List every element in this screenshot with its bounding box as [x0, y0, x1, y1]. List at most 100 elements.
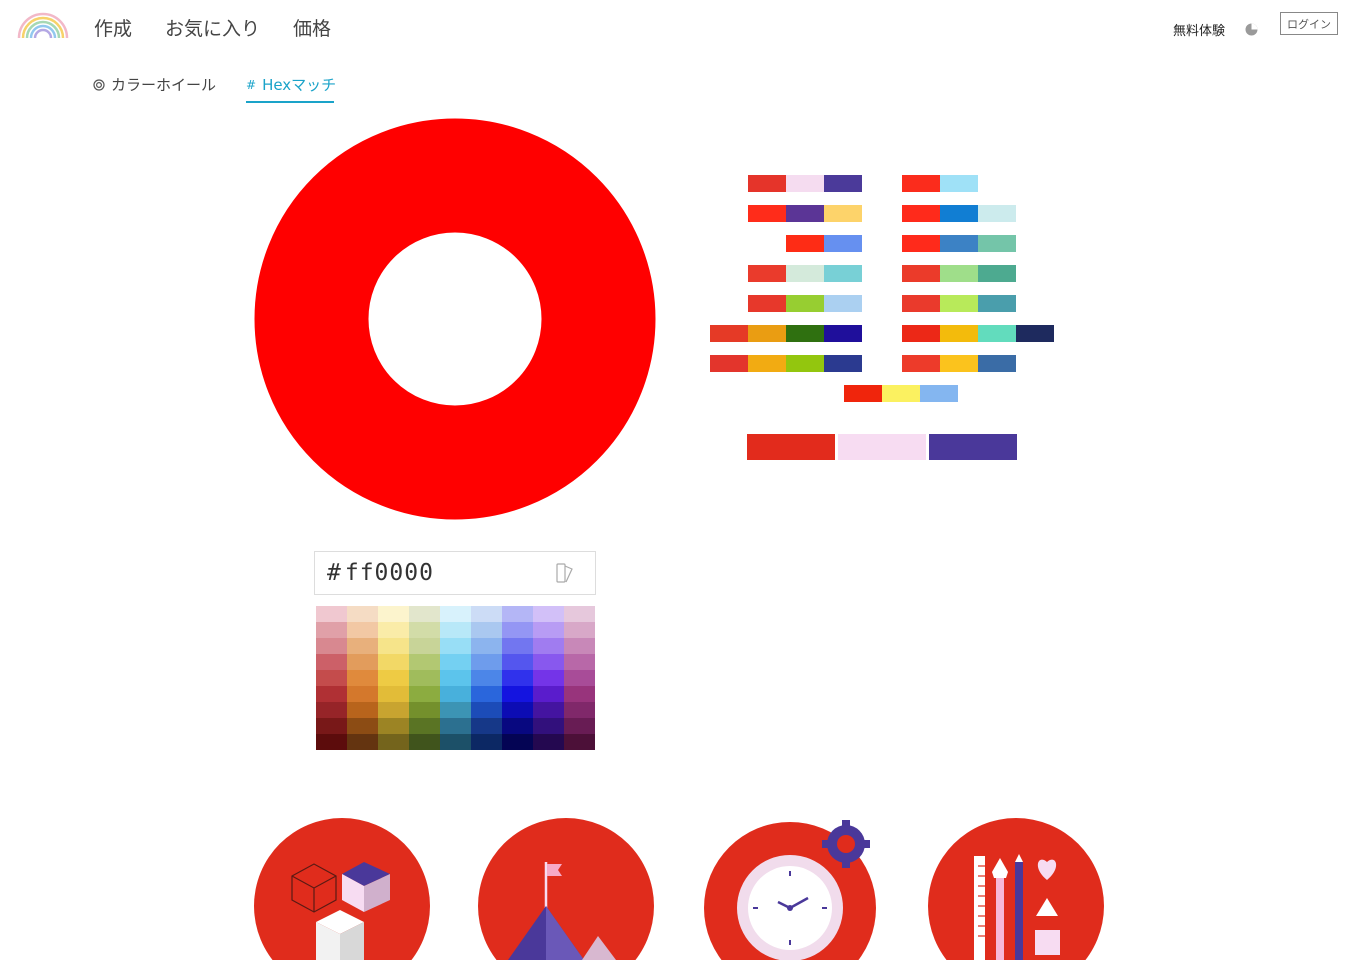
- palette-swatch[interactable]: [978, 355, 1016, 372]
- selected-palette-swatch[interactable]: [929, 434, 1017, 460]
- login-button[interactable]: ログイン: [1280, 12, 1338, 35]
- shade-cell[interactable]: [347, 622, 378, 638]
- shade-cell[interactable]: [316, 702, 347, 718]
- shade-cell[interactable]: [564, 654, 595, 670]
- palette-swatch[interactable]: [786, 205, 824, 222]
- shade-cell[interactable]: [347, 702, 378, 718]
- palette-swatch[interactable]: [940, 295, 978, 312]
- shade-cell[interactable]: [502, 718, 533, 734]
- palette-swatch[interactable]: [786, 355, 824, 372]
- shade-cell[interactable]: [440, 686, 471, 702]
- shade-cell[interactable]: [533, 638, 564, 654]
- palette-swatch[interactable]: [978, 235, 1016, 252]
- shade-cell[interactable]: [347, 606, 378, 622]
- shade-cell[interactable]: [471, 622, 502, 638]
- shade-cell[interactable]: [316, 670, 347, 686]
- shade-cell[interactable]: [564, 734, 595, 750]
- shade-cell[interactable]: [440, 734, 471, 750]
- shade-cell[interactable]: [409, 670, 440, 686]
- shade-cell[interactable]: [533, 734, 564, 750]
- shade-cell[interactable]: [378, 718, 409, 734]
- palette-swatch[interactable]: [824, 205, 862, 222]
- theme-toggle[interactable]: [1245, 21, 1258, 36]
- shade-cell[interactable]: [347, 638, 378, 654]
- shade-cell[interactable]: [316, 686, 347, 702]
- palette-swatch[interactable]: [824, 325, 862, 342]
- tab-hex-match[interactable]: # Hexマッチ: [246, 74, 336, 95]
- palette-swatch[interactable]: [748, 325, 786, 342]
- palette-swatch[interactable]: [786, 265, 824, 282]
- shade-cell[interactable]: [502, 734, 533, 750]
- palette-swatch[interactable]: [824, 235, 862, 252]
- shade-cell[interactable]: [533, 718, 564, 734]
- shade-cell[interactable]: [471, 702, 502, 718]
- nav-favorites[interactable]: お気に入り: [165, 14, 260, 41]
- shade-cell[interactable]: [440, 670, 471, 686]
- shade-cell[interactable]: [533, 670, 564, 686]
- shade-cell[interactable]: [409, 622, 440, 638]
- palette-swatch[interactable]: [748, 205, 786, 222]
- shade-cell[interactable]: [347, 686, 378, 702]
- palette-swatch[interactable]: [940, 175, 978, 192]
- color-wheel-ring[interactable]: [254, 118, 656, 520]
- shade-cell[interactable]: [533, 686, 564, 702]
- shade-cell[interactable]: [533, 622, 564, 638]
- shade-cell[interactable]: [564, 606, 595, 622]
- clock-gear-illustration[interactable]: [704, 816, 876, 960]
- palette-swatch[interactable]: [940, 325, 978, 342]
- color-wheel[interactable]: [254, 118, 656, 520]
- shade-cell[interactable]: [316, 734, 347, 750]
- shade-cell[interactable]: [378, 702, 409, 718]
- palette-swatch[interactable]: [940, 235, 978, 252]
- palette-swatch[interactable]: [786, 325, 824, 342]
- shade-cell[interactable]: [502, 702, 533, 718]
- shade-cell[interactable]: [347, 734, 378, 750]
- shade-cell[interactable]: [471, 606, 502, 622]
- logo[interactable]: [16, 8, 70, 40]
- palette-swatch[interactable]: [710, 325, 748, 342]
- shade-cell[interactable]: [564, 622, 595, 638]
- shade-cell[interactable]: [347, 654, 378, 670]
- shade-cell[interactable]: [409, 718, 440, 734]
- shade-cell[interactable]: [316, 622, 347, 638]
- shade-cell[interactable]: [564, 686, 595, 702]
- shade-cell[interactable]: [378, 686, 409, 702]
- shade-cell[interactable]: [378, 670, 409, 686]
- shade-cell[interactable]: [378, 734, 409, 750]
- palette-swatch[interactable]: [902, 265, 940, 282]
- shade-cell[interactable]: [502, 686, 533, 702]
- shade-cell[interactable]: [409, 734, 440, 750]
- shade-cell[interactable]: [316, 638, 347, 654]
- palette-swatch[interactable]: [940, 265, 978, 282]
- shade-cell[interactable]: [316, 718, 347, 734]
- palette-swatch[interactable]: [786, 175, 824, 192]
- shade-cell[interactable]: [502, 654, 533, 670]
- shade-cell[interactable]: [471, 654, 502, 670]
- shade-cell[interactable]: [409, 606, 440, 622]
- shade-cell[interactable]: [471, 670, 502, 686]
- palette-swatch[interactable]: [940, 205, 978, 222]
- palette-swatch[interactable]: [920, 385, 958, 402]
- hex-input[interactable]: [340, 560, 545, 586]
- nav-create[interactable]: 作成: [94, 14, 132, 41]
- shade-cell[interactable]: [502, 622, 533, 638]
- shade-cell[interactable]: [533, 702, 564, 718]
- palette-swatch[interactable]: [902, 175, 940, 192]
- cubes-illustration[interactable]: [254, 818, 430, 960]
- shade-cell[interactable]: [440, 654, 471, 670]
- palette-swatch[interactable]: [748, 355, 786, 372]
- palette-swatch[interactable]: [902, 325, 940, 342]
- shade-cell[interactable]: [564, 638, 595, 654]
- shade-cell[interactable]: [378, 606, 409, 622]
- shade-cell[interactable]: [533, 654, 564, 670]
- shade-cell[interactable]: [409, 686, 440, 702]
- shade-cell[interactable]: [378, 622, 409, 638]
- shade-cell[interactable]: [440, 638, 471, 654]
- shade-cell[interactable]: [378, 654, 409, 670]
- shade-cell[interactable]: [502, 606, 533, 622]
- tab-color-wheel[interactable]: カラーホイール: [93, 74, 216, 95]
- shade-cell[interactable]: [316, 654, 347, 670]
- palette-swatch[interactable]: [978, 295, 1016, 312]
- palette-swatch[interactable]: [978, 205, 1016, 222]
- shade-cell[interactable]: [502, 638, 533, 654]
